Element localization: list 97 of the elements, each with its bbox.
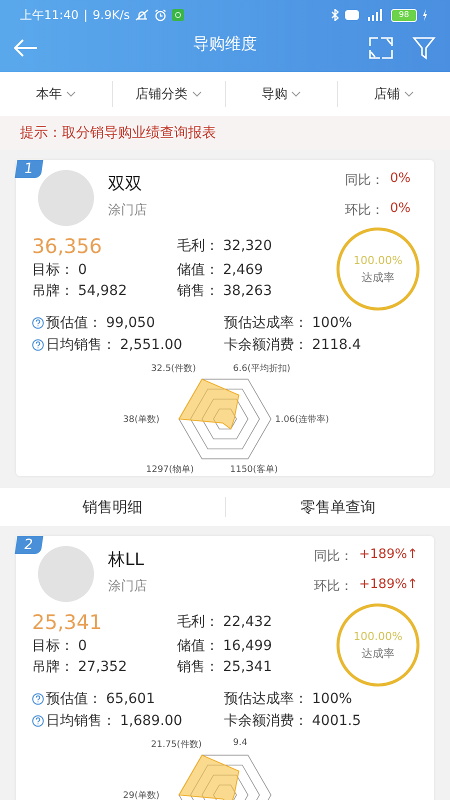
- radar-axis-label: 9.4: [233, 738, 248, 748]
- stat-value: 0: [78, 637, 87, 655]
- hint-text: 提示：取分销导购业绩查询报表: [0, 116, 450, 150]
- action-link[interactable]: 零售单查询: [226, 488, 450, 526]
- stat-label: 储值：: [177, 637, 219, 655]
- achievement-label: 达成率: [362, 646, 394, 660]
- separator-text: |: [84, 8, 88, 22]
- stat-label: 预估值：: [46, 314, 102, 332]
- stat-label: 目标：: [32, 261, 74, 279]
- bluetooth-icon: [331, 9, 340, 21]
- radar-axis-label: 1297(物单): [146, 464, 194, 476]
- filter-dropdown[interactable]: 店铺: [338, 72, 450, 116]
- stat-label: 销售：: [177, 658, 219, 676]
- radar-axis-label: 21.75(件数): [151, 738, 202, 751]
- stat-value: 27,352: [78, 658, 127, 676]
- stat-value: 16,499: [223, 637, 272, 655]
- guide-name: 林LL: [108, 549, 145, 571]
- stat-value: 54,982: [78, 282, 127, 300]
- switch-view-button[interactable]: [366, 34, 396, 62]
- status-time: 上午11:40: [20, 6, 79, 24]
- stat-value: 65,601: [106, 690, 155, 708]
- stat-label: 预估达成率：: [224, 690, 308, 708]
- radar-axis-label: 1.06(连带率): [275, 414, 330, 426]
- help-icon: [32, 715, 44, 727]
- alarm-icon: [154, 8, 167, 22]
- stat-label: 储值：: [177, 261, 219, 279]
- help-icon: [32, 317, 44, 329]
- chevron-down-icon: [192, 91, 202, 97]
- stat-label: 日均销售：: [46, 712, 116, 730]
- stat-value: 4001.5: [312, 712, 361, 730]
- stat-label: 预估达成率：: [224, 314, 308, 332]
- store-name: 涂门店: [108, 578, 147, 595]
- chevron-down-icon: [66, 91, 76, 97]
- stat-label: 毛利：: [177, 237, 219, 255]
- rank-badge: 2: [14, 536, 44, 554]
- sales-total: 36,356: [32, 234, 103, 258]
- comparison-value: +189%↑: [359, 547, 418, 564]
- radar-axis-label: 32.5(件数): [151, 362, 196, 375]
- rank-badge: 1: [14, 160, 44, 178]
- switch-view-icon: [368, 36, 394, 60]
- muted-notification-icon: [134, 9, 149, 21]
- stat-value: 0: [78, 261, 87, 279]
- filter-dropdown[interactable]: 店铺分类: [112, 72, 224, 116]
- achievement-rate: 100.00%: [354, 630, 402, 642]
- help-icon: [32, 339, 44, 351]
- chevron-down-icon: [404, 91, 414, 97]
- app-notification-icon: [172, 9, 184, 21]
- help-icon: [32, 693, 44, 705]
- sales-total: 25,341: [32, 610, 103, 634]
- stat-value: 99,050: [106, 314, 155, 332]
- stat-value: 100%: [312, 314, 352, 332]
- store-name: 涂门店: [108, 202, 147, 219]
- comparison-value: +189%↑: [359, 577, 418, 594]
- comparison-label: 环比：: [314, 578, 354, 595]
- radar-axis-label: 1150(客单): [230, 464, 278, 476]
- stat-label: 卡余额消费：: [224, 336, 308, 354]
- stat-label: 吊牌：: [32, 282, 74, 300]
- radar-axis-label: 6.6(平均折扣): [233, 362, 290, 375]
- stat-label: 销售：: [177, 282, 219, 300]
- charging-icon: [422, 9, 428, 21]
- stat-label: 卡余额消费：: [224, 712, 308, 730]
- back-arrow-icon: [14, 39, 38, 57]
- stat-label: 吊牌：: [32, 658, 74, 676]
- stat-value: 22,432: [223, 613, 272, 631]
- comparison-label: 同比：: [345, 172, 384, 189]
- page-title: 导购维度: [193, 34, 257, 55]
- network-speed: 9.9K/s: [92, 8, 130, 22]
- stat-label: 日均销售：: [46, 336, 116, 354]
- filter-icon: [412, 36, 436, 60]
- comparison-label: 同比：: [314, 548, 354, 565]
- comparison-label: 环比：: [345, 202, 384, 219]
- stat-value: 1,689.00: [120, 712, 182, 730]
- stat-label: 目标：: [32, 637, 74, 655]
- stat-label: 毛利：: [177, 613, 219, 631]
- stat-value: 100%: [312, 690, 352, 708]
- stat-label: 预估值：: [46, 690, 102, 708]
- filter-dropdown[interactable]: 本年: [0, 72, 112, 116]
- achievement-label: 达成率: [362, 270, 394, 284]
- filter-dropdown[interactable]: 导购: [226, 72, 338, 116]
- radar-axis-label: 29(单数): [123, 790, 160, 800]
- stat-value: 38,263: [223, 282, 272, 300]
- action-link[interactable]: 销售明细: [0, 488, 224, 526]
- stat-value: 2,551.00: [120, 336, 182, 354]
- stat-value: 32,320: [223, 237, 272, 255]
- stat-value: 2118.4: [312, 336, 361, 354]
- back-button[interactable]: [12, 37, 40, 59]
- achievement-rate: 100.00%: [354, 254, 402, 266]
- filter-button[interactable]: [410, 34, 438, 62]
- comparison-value: 0%: [390, 171, 412, 188]
- guide-name: 双双: [108, 173, 143, 195]
- stat-value: 2,469: [223, 261, 264, 279]
- chevron-down-icon: [291, 91, 302, 97]
- comparison-value: 0%: [390, 201, 412, 218]
- stat-value: 25,341: [223, 658, 272, 676]
- battery-level: 98: [398, 11, 410, 19]
- radar-axis-label: 38(单数): [123, 414, 160, 426]
- hd-icon: [345, 10, 359, 20]
